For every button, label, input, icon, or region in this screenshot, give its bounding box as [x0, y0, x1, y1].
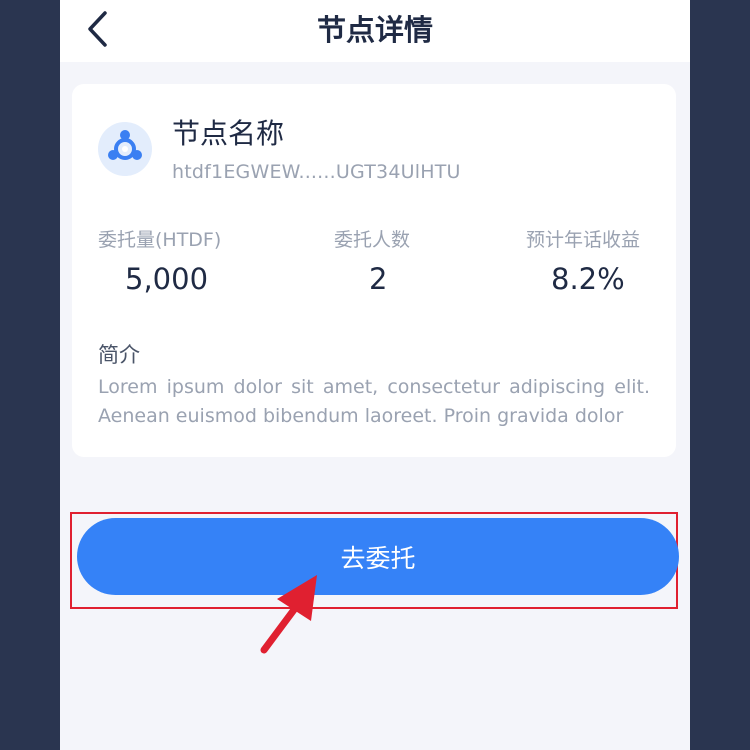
stat-delegator-count-label: 委托人数: [334, 229, 411, 251]
node-address: htdf1EGWEW......UGT34UlHTU: [172, 161, 461, 183]
intro-text: Lorem ipsum dolor sit amet, consectetur …: [98, 376, 650, 427]
page-title: 节点详情: [316, 13, 433, 47]
node-detail-card: 节点名称 htdf1EGWEW......UGT34UlHTU 委托量(HTDF…: [72, 84, 676, 457]
back-button[interactable]: [78, 8, 118, 50]
red-pointer-arrow-icon: [260, 575, 317, 654]
stat-delegator-count-value: 2: [369, 262, 388, 296]
stat-delegation-amount-label: 委托量(HTDF): [98, 229, 222, 251]
node-name: 节点名称: [172, 117, 285, 150]
intro-title: 简介: [98, 343, 140, 367]
stat-delegation-amount-value: 5,000: [125, 262, 209, 296]
stat-annual-yield-label: 预计年话收益: [526, 229, 641, 251]
delegate-button[interactable]: 去委托: [77, 518, 679, 595]
navbar: 节点详情: [60, 0, 690, 62]
node-network-icon: [98, 122, 152, 176]
app-screen: 节点详情 节点名称 htdf1EGWEW......UGT34UlHTU 委托量…: [60, 0, 690, 750]
chevron-left-icon: [88, 11, 107, 47]
stat-annual-yield-value: 8.2%: [551, 262, 625, 296]
